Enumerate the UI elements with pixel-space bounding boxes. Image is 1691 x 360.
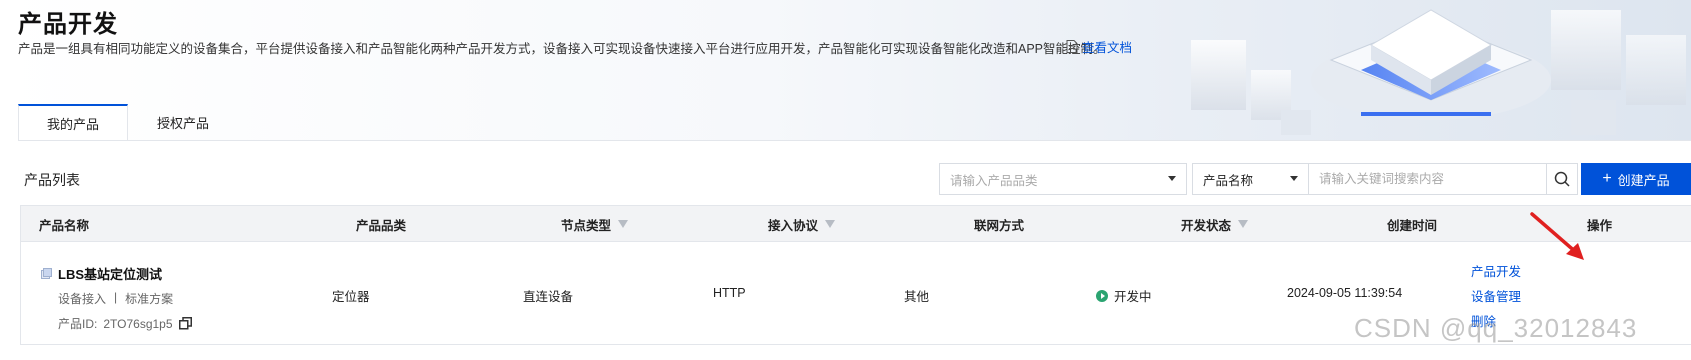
filter-icon[interactable]	[1238, 220, 1249, 228]
device-manage-link[interactable]: 设备管理	[1471, 286, 1521, 305]
column-created-time: 创建时间	[1387, 206, 1437, 242]
access-type: 设备接入	[58, 292, 107, 306]
product-list-title: 产品列表	[24, 172, 80, 188]
search-field-select[interactable]: 产品名称	[1192, 163, 1309, 195]
tabs-divider	[18, 140, 1691, 141]
filter-icon[interactable]	[825, 220, 836, 228]
document-icon	[1066, 40, 1078, 53]
column-dev-status: 开发状态	[1181, 206, 1249, 242]
product-meta: 设备接入 | 标准方案	[58, 290, 173, 307]
product-id-value: 2TO76sg1p5	[103, 316, 173, 331]
search-button[interactable]	[1546, 163, 1578, 195]
category-select-placeholder: 请输入产品品类	[950, 173, 1038, 188]
scheme-type: 标准方案	[125, 292, 174, 306]
column-actions: 操作	[1587, 206, 1612, 242]
product-icon	[41, 268, 52, 279]
column-label: 开发状态	[1181, 218, 1232, 233]
search-icon	[1554, 171, 1570, 187]
dev-status-label: 开发中	[1114, 290, 1152, 304]
network-type: 其他	[904, 290, 930, 304]
product-tabs: 我的产品 授权产品	[18, 104, 238, 141]
column-label: 操作	[1587, 218, 1613, 233]
column-product-name: 产品名称	[39, 206, 89, 242]
product-id-label: 产品ID:	[58, 317, 98, 331]
plus-icon: +	[1602, 170, 1612, 187]
column-protocol: 接入协议	[768, 206, 836, 242]
filter-icon[interactable]	[618, 220, 629, 228]
product-name-cell: LBS基站定位测试	[41, 264, 162, 283]
product-dev-link[interactable]: 产品开发	[1471, 261, 1521, 280]
column-label: 产品品类	[356, 218, 407, 233]
column-category: 产品品类	[356, 206, 406, 242]
meta-divider: |	[114, 290, 118, 304]
page-description: 产品是一组具有相同功能定义的设备集合，平台提供设备接入和产品智能化两种产品开发方…	[18, 42, 1106, 56]
search-input[interactable]	[1309, 163, 1547, 195]
tab-my-products[interactable]: 我的产品	[18, 104, 128, 141]
column-label: 节点类型	[561, 218, 612, 233]
red-arrow-annotation	[1530, 212, 1584, 260]
header-banner: 产品开发 产品是一组具有相同功能定义的设备集合，平台提供设备接入和产品智能化两种…	[0, 0, 1691, 141]
search-field-value: 产品名称	[1203, 173, 1254, 188]
create-product-button[interactable]: + 创建产品	[1581, 163, 1691, 195]
created-time: 2024-09-05 11:39:54	[1287, 286, 1403, 300]
view-docs-label: 查看文档	[1082, 41, 1133, 55]
product-name[interactable]: LBS基站定位测试	[58, 264, 162, 283]
column-label: 联网方式	[974, 218, 1025, 233]
column-node-type: 节点类型	[561, 206, 629, 242]
status-running-icon	[1096, 289, 1108, 302]
chevron-down-icon	[1168, 176, 1176, 181]
copy-icon[interactable]	[178, 317, 192, 330]
iot-illustration	[1191, 9, 1686, 135]
chevron-down-icon	[1290, 176, 1298, 181]
table-header: 产品名称 产品品类 节点类型 接入协议 联网方式 开发状态 创建时间 操作	[21, 206, 1691, 242]
tab-authorized-products[interactable]: 授权产品	[128, 104, 238, 141]
create-product-label: 创建产品	[1617, 172, 1670, 188]
page-title: 产品开发	[18, 11, 118, 38]
product-category: 定位器	[332, 290, 370, 304]
view-docs-link[interactable]: 查看文档	[1066, 37, 1132, 56]
column-label: 创建时间	[1387, 218, 1438, 233]
column-label: 接入协议	[768, 218, 819, 233]
node-type: 直连设备	[523, 290, 574, 304]
watermark: CSDN @qq_32012843	[1354, 313, 1638, 343]
column-network: 联网方式	[974, 206, 1024, 242]
protocol: HTTP	[713, 286, 746, 300]
category-select[interactable]: 请输入产品品类	[939, 163, 1187, 195]
dev-status: 开发中	[1096, 286, 1152, 305]
column-label: 产品名称	[39, 218, 90, 233]
product-id: 产品ID: 2TO76sg1p5	[58, 315, 192, 332]
